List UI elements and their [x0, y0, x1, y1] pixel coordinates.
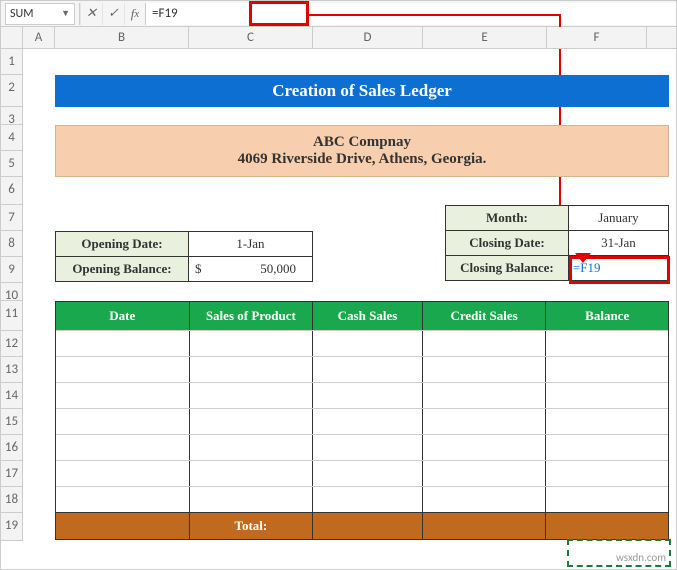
table-row[interactable]: [56, 356, 668, 382]
watermark: wsxdn.com: [616, 551, 666, 564]
table-row[interactable]: [56, 330, 668, 356]
column-headers: A B C D E F: [1, 27, 676, 49]
opening-balance-value[interactable]: 50,000: [189, 257, 312, 281]
row-header[interactable]: 8: [1, 231, 22, 257]
closing-date-label: Closing Date:: [446, 231, 569, 255]
col-product: Sales of Product: [190, 302, 314, 330]
row-header[interactable]: 12: [1, 331, 22, 357]
col-header-A[interactable]: A: [23, 27, 55, 48]
closing-block: Month: January Closing Date: 31-Jan Clos…: [445, 205, 669, 281]
row-header[interactable]: 17: [1, 461, 22, 487]
opening-date-value[interactable]: 1-Jan: [189, 232, 312, 256]
total-label: Total:: [190, 513, 314, 539]
opening-block: Opening Date: 1-Jan Opening Balance: 50,…: [55, 231, 313, 282]
opening-date-label: Opening Date:: [56, 232, 189, 256]
table-row[interactable]: [56, 408, 668, 434]
company-block: ABC Compnay 4069 Riverside Drive, Athens…: [55, 125, 669, 177]
row-header[interactable]: 7: [1, 205, 22, 231]
row-header[interactable]: 6: [1, 177, 22, 205]
col-header-B[interactable]: B: [55, 27, 189, 48]
row-header[interactable]: 14: [1, 383, 22, 409]
table-row[interactable]: [56, 460, 668, 486]
enter-icon[interactable]: ✓: [102, 3, 124, 25]
spreadsheet-grid: A B C D E F 1 2 3 4 5 6 7 8 9 10 11 12 1…: [1, 27, 676, 541]
company-name: ABC Compnay: [56, 134, 668, 151]
row-header[interactable]: 13: [1, 357, 22, 383]
app-window: SUM ▼ ✕ ✓ fx =F19 A B C D E F 1 2 3 4 5: [0, 0, 677, 570]
opening-balance-label: Opening Balance:: [56, 257, 189, 281]
table-row[interactable]: [56, 434, 668, 460]
name-box[interactable]: SUM ▼: [5, 3, 75, 25]
row-headers: 1 2 3 4 5 6 7 8 9 10 11 12 13 14 15 16 1…: [1, 49, 23, 541]
row-header[interactable]: 15: [1, 409, 22, 435]
formula-text: =F19: [152, 6, 178, 21]
row-header[interactable]: 4: [1, 125, 22, 151]
row-header[interactable]: 5: [1, 151, 22, 177]
row-header[interactable]: 19: [1, 513, 22, 541]
month-label: Month:: [446, 206, 569, 230]
annotation-line: [309, 14, 559, 16]
row-header[interactable]: 10: [1, 283, 22, 301]
table-total-row: Total:: [56, 512, 668, 539]
row-header[interactable]: 16: [1, 435, 22, 461]
cancel-icon[interactable]: ✕: [80, 3, 102, 25]
closing-date-value[interactable]: 31-Jan: [569, 231, 668, 255]
col-header-D[interactable]: D: [313, 27, 423, 48]
col-date: Date: [56, 302, 190, 330]
row-header[interactable]: 9: [1, 257, 22, 283]
sheet-title: Creation of Sales Ledger: [55, 75, 669, 107]
table-header-row: Date Sales of Product Cash Sales Credit …: [56, 302, 668, 330]
col-header-F[interactable]: F: [547, 27, 647, 48]
select-all-corner[interactable]: [1, 27, 23, 48]
col-credit: Credit Sales: [423, 302, 547, 330]
row-header[interactable]: 1: [1, 49, 22, 75]
col-cash: Cash Sales: [313, 302, 423, 330]
row-header[interactable]: 11: [1, 301, 22, 331]
table-row[interactable]: [56, 486, 668, 512]
chevron-down-icon[interactable]: ▼: [61, 8, 70, 19]
row-header[interactable]: 3: [1, 107, 22, 125]
month-value[interactable]: January: [569, 206, 668, 230]
col-balance: Balance: [546, 302, 668, 330]
ledger-table: Date Sales of Product Cash Sales Credit …: [55, 301, 669, 540]
company-address: 4069 Riverside Drive, Athens, Georgia.: [56, 151, 668, 168]
col-header-C[interactable]: C: [189, 27, 313, 48]
sheet-area[interactable]: Creation of Sales Ledger ABC Compnay 406…: [23, 49, 676, 541]
closing-balance-label: Closing Balance:: [446, 256, 569, 280]
row-header[interactable]: 2: [1, 75, 22, 107]
annotation-arrow-icon: [575, 253, 591, 263]
col-header-E[interactable]: E: [423, 27, 547, 48]
table-row[interactable]: [56, 382, 668, 408]
name-box-value: SUM: [10, 7, 33, 21]
row-header[interactable]: 18: [1, 487, 22, 513]
fx-icon[interactable]: fx: [124, 3, 146, 25]
